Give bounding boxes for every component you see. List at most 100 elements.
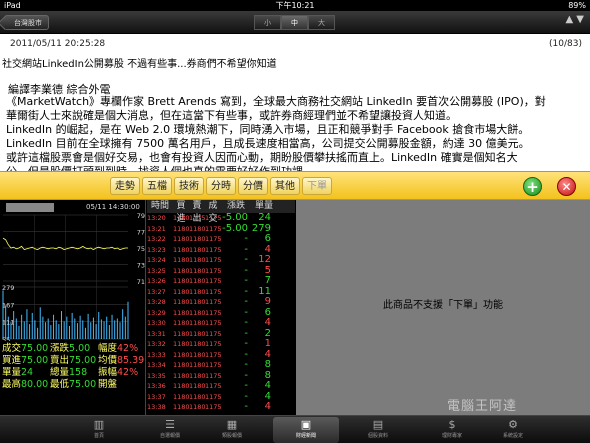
tick-table: 時間買進賣出成交漲跌單量 13:201180.01175.01175.0-5.0… <box>147 200 295 415</box>
tick-bid: 1180.0 <box>173 350 189 359</box>
back-button[interactable]: 台灣股市 <box>4 15 49 30</box>
stat-cell: 漲跌5.00 <box>50 343 90 355</box>
quote-tab[interactable]: 其他 <box>270 177 300 195</box>
stat-value: 42% <box>117 343 139 354</box>
plus-icon[interactable]: + <box>523 177 542 196</box>
tick-deal: 1175.0 <box>205 319 221 327</box>
tick-time: 13:27 <box>147 287 166 296</box>
tick-time: 13:33 <box>147 350 166 359</box>
list-icon: ☰ <box>165 418 175 431</box>
tick-ask: 1175.0 <box>189 214 205 222</box>
tick-row[interactable]: 13:241180.01180.01175.0-12 <box>147 255 295 266</box>
tab-grid[interactable]: ▦ 類股報價 <box>199 417 265 443</box>
tick-time: 13:31 <box>147 329 166 338</box>
stat-label: 賣出 <box>50 355 70 366</box>
x-icon[interactable]: ✕ <box>557 177 576 196</box>
tick-change: - <box>244 286 248 297</box>
stat-value: 42% <box>117 367 139 378</box>
font-size-large[interactable]: 大 <box>308 15 335 30</box>
font-size-small[interactable]: 小 <box>254 15 281 30</box>
article-paragraph: LinkedIn 的崛起，是在 Web 2.0 環境熱潮下，同時湧入市場，且正和… <box>6 123 530 136</box>
tick-change: - <box>244 297 248 307</box>
tick-ask: 1180.0 <box>189 340 205 348</box>
tick-volume: 5 <box>264 265 271 276</box>
tick-row[interactable]: 13:361180.01180.01175.0-4 <box>147 381 295 392</box>
tick-row[interactable]: 13:321180.01180.01175.0-1 <box>147 339 295 350</box>
tick-deal: 1175.0 <box>205 298 221 306</box>
tick-time: 13:23 <box>147 245 166 254</box>
chart-date: 05/11 14:30:00 <box>86 203 140 211</box>
tick-ask: 1180.0 <box>189 245 205 254</box>
stat-label: 總量 <box>50 367 70 378</box>
tick-time: 13:37 <box>147 392 166 401</box>
dollar-icon: $ <box>448 418 456 431</box>
tick-column-header: 時間 <box>150 201 169 211</box>
tick-table-body[interactable]: 13:201180.01175.01175.0-5.002413:211180.… <box>147 213 295 413</box>
quote-tab[interactable]: 五檔 <box>142 177 172 195</box>
tick-row[interactable]: 13:201180.01175.01175.0-5.0024 <box>147 213 295 224</box>
tick-row[interactable]: 13:351180.01180.01175.0-8 <box>147 371 295 382</box>
stats-row: 買進75.00 賣出75.00 均價85.39 <box>0 355 146 367</box>
tick-column-header: 成交 <box>208 201 218 224</box>
stat-value: 85.39 <box>117 355 145 366</box>
tick-bid: 1180.0 <box>173 340 189 348</box>
tick-ask: 1180.0 <box>189 382 205 390</box>
tick-row[interactable]: 13:311180.01180.01175.0-2 <box>147 329 295 340</box>
tick-bid: 1180.0 <box>173 403 189 411</box>
quote-tab[interactable]: 分時 <box>206 177 236 195</box>
font-size-selector: 小 中 大 <box>254 15 335 30</box>
tick-ask: 1180.0 <box>189 266 205 275</box>
tick-row[interactable]: 13:371180.01180.01175.0-4 <box>147 392 295 403</box>
tick-row[interactable]: 13:251180.01180.01175.0-5 <box>147 266 295 277</box>
tick-row[interactable]: 13:231180.01180.01175.0-4 <box>147 245 295 256</box>
tick-row[interactable]: 13:301180.01180.01175.0-4 <box>147 318 295 329</box>
quote-tab[interactable]: 技術 <box>174 177 204 195</box>
tick-change: - <box>244 360 248 370</box>
tick-bid: 1180.0 <box>173 235 189 243</box>
tick-row[interactable]: 13:211180.01180.01175.0-5.00279 <box>147 224 295 235</box>
tab-label: 理財專家 <box>441 433 462 439</box>
quote-tab[interactable]: 分價 <box>238 177 268 195</box>
tv-icon: ▣ <box>300 418 312 431</box>
tick-row[interactable]: 13:281180.01180.01175.0-9 <box>147 297 295 308</box>
stat-label: 成交 <box>2 343 22 354</box>
tick-row[interactable]: 13:291180.01180.01175.0-6 <box>147 308 295 319</box>
tick-ask: 1180.0 <box>189 329 205 338</box>
stat-label: 幅度 <box>98 343 118 354</box>
stat-value: 75.00 <box>69 379 97 390</box>
stat-label: 買進 <box>2 355 22 366</box>
tick-row[interactable]: 13:271180.01180.01175.0-11 <box>147 287 295 298</box>
stat-label: 均價 <box>98 355 118 366</box>
tab-tv[interactable]: ▣ 財經新聞 <box>273 417 339 443</box>
tab-document[interactable]: ▤ 個股資料 <box>345 417 411 443</box>
tick-bid: 1180.0 <box>173 214 189 222</box>
tab-dollar[interactable]: $ 理財專家 <box>419 417 485 443</box>
tick-row[interactable]: 13:261180.01180.01175.0-7 <box>147 276 295 287</box>
tab-list[interactable]: ☰ 自選報價 <box>137 417 203 443</box>
tab-chart[interactable]: ▥ 首頁 <box>66 417 132 443</box>
tab-gear[interactable]: ⚙ 系統設定 <box>480 417 546 443</box>
app-root: iPad 下午10:21 89% 台灣股市 小 中 大 ▲ ▼ 2011/05/… <box>0 0 590 443</box>
stock-name-redacted <box>6 203 54 212</box>
tick-row[interactable]: 13:341180.01180.01175.0-8 <box>147 360 295 371</box>
tick-table-header: 時間 買進 賣出 成交 漲跌 單量 <box>147 200 295 224</box>
tick-change: - <box>244 339 248 349</box>
tick-row[interactable]: 13:381180.01180.01175.0-4 <box>147 402 295 413</box>
tick-volume: 1 <box>264 339 271 349</box>
tick-volume: 279 <box>251 223 271 234</box>
stat-cell: 均價85.39 <box>98 355 144 367</box>
tick-row[interactable]: 13:331180.01180.01175.0-4 <box>147 350 295 361</box>
tick-time: 13:22 <box>147 235 166 243</box>
prev-next-icon[interactable]: ▲ ▼ <box>565 14 584 25</box>
quote-toolbar: 走勢 五檔 技術 分時 分價 其他 下單 + ✕ <box>0 171 590 200</box>
stat-cell: 總量158 <box>50 367 87 379</box>
tick-time: 13:29 <box>147 308 166 317</box>
tick-time: 13:28 <box>147 298 166 306</box>
tick-volume: 6 <box>264 307 271 318</box>
article-paragraph: 華爾街人士來說確是個大消息，但在這當下有些事，或許券商經理們並不希望讓投資人知道… <box>6 109 457 122</box>
font-size-medium[interactable]: 中 <box>281 15 308 30</box>
tick-row[interactable]: 13:221180.01180.01175.0-6 <box>147 234 295 245</box>
quote-tab[interactable]: 走勢 <box>110 177 140 195</box>
order-panel: 此商品不支援「下單」功能 <box>296 200 590 415</box>
tick-deal: 1175.0 <box>205 277 221 285</box>
